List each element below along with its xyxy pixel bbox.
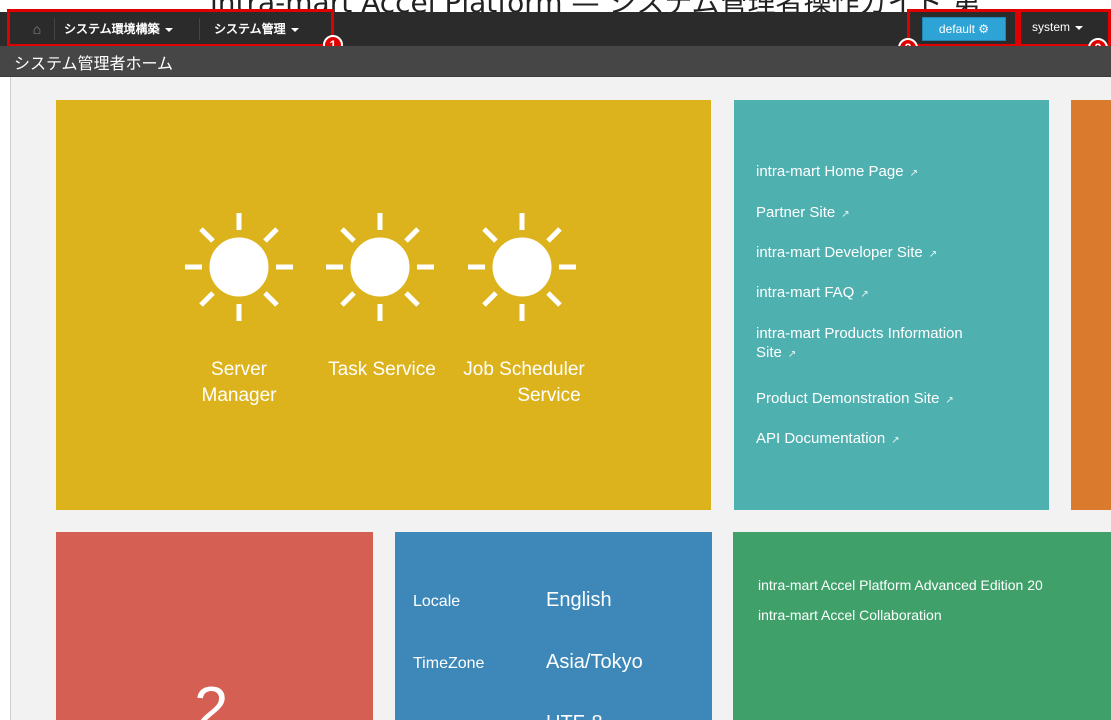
- service-label: Server: [211, 359, 267, 380]
- external-link-icon: ↗: [891, 435, 900, 446]
- job-scheduler-link[interactable]: Job Scheduler Service: [449, 357, 599, 409]
- service-icons: [185, 213, 576, 321]
- service-label: Task Service: [328, 359, 436, 380]
- link-products-info[interactable]: intra-mart Products Information Site ↗: [756, 324, 963, 364]
- page-titlebar: システム管理者ホーム: [0, 46, 1111, 77]
- link-home-page[interactable]: intra-mart Home Page ↗: [756, 162, 918, 183]
- timezone-label: TimeZone: [413, 655, 485, 672]
- task-service-link[interactable]: Task Service: [315, 357, 449, 383]
- locale-tile: Locale English TimeZone Asia/Tokyo UTF-8: [395, 532, 712, 720]
- link-partner-site[interactable]: Partner Site ↗: [756, 203, 850, 224]
- link-demo-site[interactable]: Product Demonstration Site ↗: [756, 389, 954, 410]
- link-faq[interactable]: intra-mart FAQ ↗: [756, 283, 869, 304]
- annotation-box-1: [7, 9, 334, 47]
- timezone-value: Asia/Tokyo: [546, 651, 643, 673]
- link-label: intra-mart Home Page: [756, 163, 904, 180]
- service-label: Manager: [201, 385, 277, 406]
- link-label: Site: [756, 344, 782, 361]
- external-link-icon: ↗: [841, 209, 850, 220]
- external-link-icon: ↗: [787, 349, 797, 360]
- link-label: Product Demonstration Site: [756, 390, 940, 407]
- external-link-icon: ↗: [928, 249, 938, 260]
- sun-icon: [326, 213, 434, 321]
- service-label: Service: [517, 385, 581, 406]
- locale-value: English: [546, 589, 612, 611]
- link-label: intra-mart Developer Site: [756, 244, 923, 261]
- sun-icon: [185, 213, 293, 321]
- sun-icon: [468, 213, 576, 321]
- link-label: API Documentation: [756, 430, 886, 447]
- dashboard-area: Server Manager Task Service Job Scheduler…: [10, 77, 1111, 720]
- link-label: intra-mart FAQ: [756, 284, 855, 301]
- product-item: intra-mart Accel Collaboration: [758, 607, 942, 623]
- external-link-icon: ↗: [860, 289, 869, 300]
- annotation-box-2: [907, 9, 1018, 47]
- locale-label: Locale: [413, 593, 461, 610]
- links-tile: intra-mart Home Page ↗ Partner Site ↗ intr…: [734, 100, 1049, 510]
- external-link-icon: ↗: [945, 395, 954, 406]
- link-api-docs[interactable]: API Documentation ↗: [756, 429, 900, 450]
- server-manager-link[interactable]: Server Manager: [179, 357, 299, 409]
- count-value: 2: [194, 675, 229, 720]
- link-developer-site[interactable]: intra-mart Developer Site ↗: [756, 243, 937, 264]
- link-label: Partner Site: [756, 204, 836, 221]
- service-label: Job Scheduler: [463, 359, 585, 380]
- encoding-value: UTF-8: [546, 712, 603, 720]
- count-tile[interactable]: 2: [56, 532, 373, 720]
- products-tile: intra-mart Accel Platform Advanced Editi…: [733, 532, 1111, 720]
- services-tile: Server Manager Task Service Job Scheduler…: [56, 100, 711, 510]
- page-title: システム管理者ホーム: [14, 54, 174, 73]
- external-link-icon: ↗: [909, 168, 918, 179]
- link-label: intra-mart Products Information: [756, 325, 963, 342]
- orange-tile[interactable]: [1071, 100, 1111, 510]
- product-item: intra-mart Accel Platform Advanced Editi…: [758, 577, 1043, 593]
